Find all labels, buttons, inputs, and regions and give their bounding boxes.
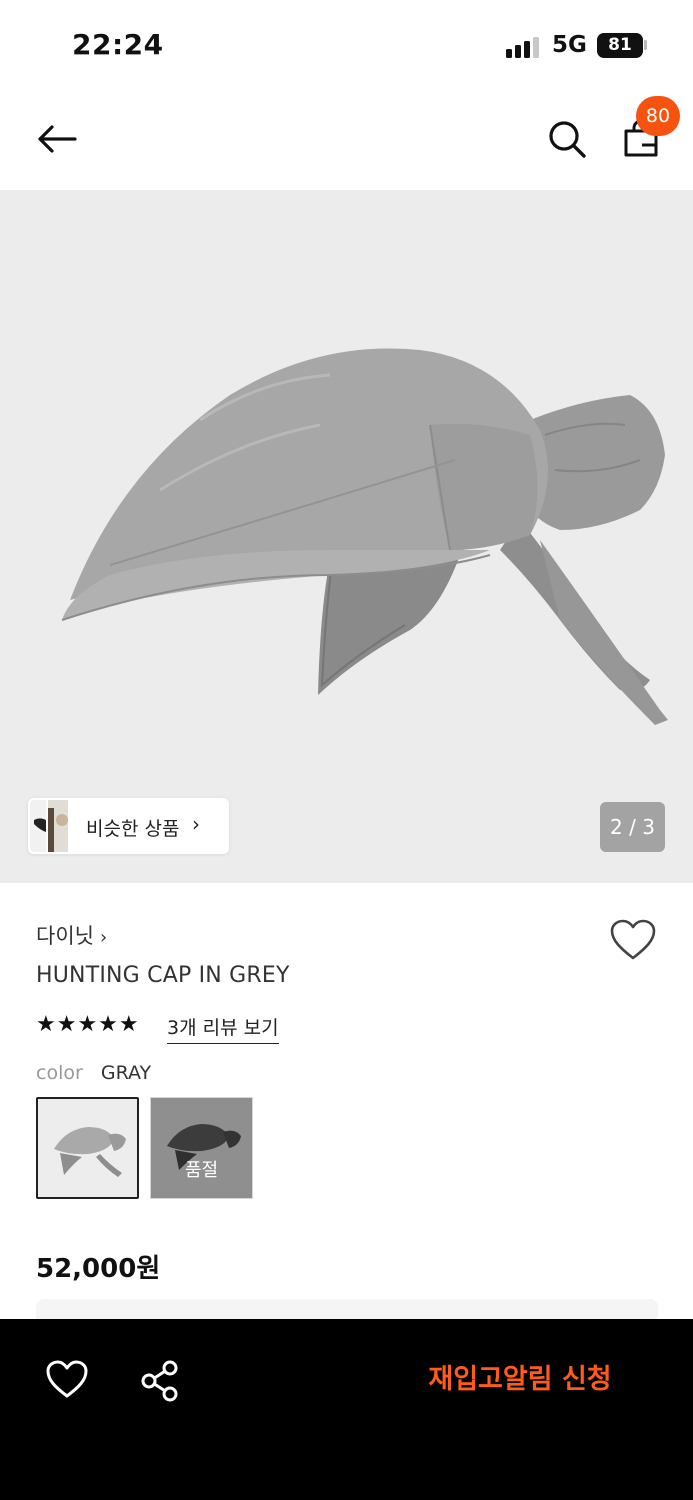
product-image-gallery[interactable]: 비슷한 상품 › 2 / 3	[0, 190, 693, 883]
top-nav	[0, 90, 693, 190]
network-type: 5G	[552, 32, 587, 58]
sold-out-label: 품절	[184, 1160, 219, 1181]
chevron-right-icon: ›	[192, 812, 200, 836]
product-image	[61, 348, 668, 725]
status-time: 22:24	[72, 28, 164, 61]
signal-icon	[506, 36, 542, 58]
status-bar: 22:24 5G 81	[0, 0, 693, 90]
chevron-right-icon: ›	[99, 927, 108, 948]
battery-cap	[644, 40, 647, 50]
review-link[interactable]: 3개 리뷰 보기	[167, 1013, 279, 1044]
option-value: GRAY	[100, 1062, 152, 1084]
swatch-image	[167, 1124, 241, 1170]
back-button[interactable]	[30, 112, 84, 166]
similar-products-button[interactable]: 비슷한 상품 ›	[28, 798, 229, 854]
cart-count-badge: 80	[636, 96, 680, 136]
arrow-left-icon	[38, 125, 77, 153]
similar-thumbnail	[46, 800, 68, 852]
color-swatch-gray[interactable]	[36, 1097, 139, 1199]
color-swatch-charcoal[interactable]: 품절	[150, 1097, 253, 1199]
brand-name: 다이닛	[36, 924, 94, 948]
color-option: color GRAY	[36, 1062, 151, 1084]
product-name: HUNTING CAP IN GREY	[36, 963, 290, 988]
option-label: color	[36, 1062, 83, 1084]
share-button[interactable]	[138, 1359, 182, 1403]
swatch-image	[54, 1127, 126, 1177]
heart-icon	[610, 919, 656, 960]
heart-icon	[46, 1360, 88, 1398]
brand-link[interactable]: 다이닛 ›	[36, 920, 107, 950]
bottom-wishlist-button[interactable]	[44, 1359, 90, 1401]
search-button[interactable]	[540, 112, 594, 166]
battery-icon: 81	[597, 33, 643, 58]
similar-products-label: 비슷한 상품	[86, 818, 180, 840]
restock-alert-button[interactable]: 재입고알림 신청	[400, 1355, 640, 1405]
share-icon	[141, 1360, 178, 1402]
wishlist-button[interactable]	[608, 918, 658, 962]
bottom-action-bar: 재입고알림 신청	[0, 1319, 693, 1500]
product-price: 52,000원	[36, 1254, 161, 1284]
image-page-indicator: 2 / 3	[600, 802, 665, 852]
search-icon	[549, 121, 586, 158]
rating-stars: ★★★★★	[36, 1012, 140, 1037]
